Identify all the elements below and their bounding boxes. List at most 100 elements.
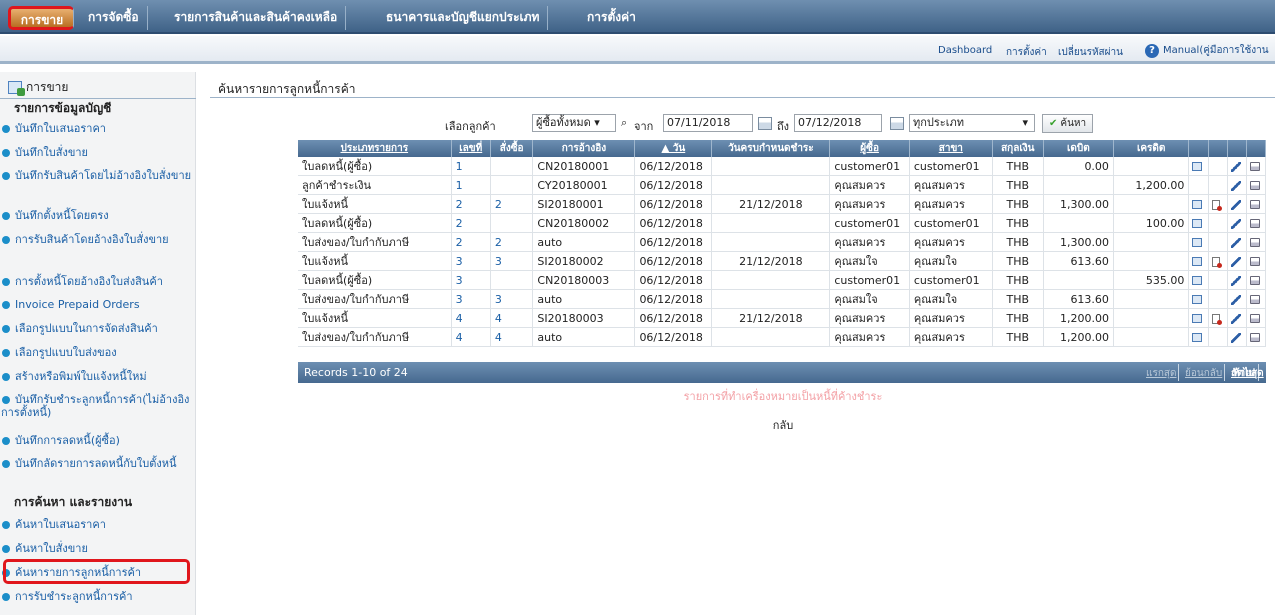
tab-purchasing[interactable]: การจัดซื้อ [80, 6, 148, 30]
note-icon[interactable] [1192, 219, 1203, 228]
tab-banking[interactable]: ธนาคารและบัญชีแยกประเภท [378, 6, 549, 30]
cell-order[interactable]: 2 [490, 194, 534, 214]
printer-icon[interactable] [1249, 314, 1260, 323]
pdf-icon[interactable] [1211, 313, 1222, 325]
table-body: ใบลดหนี้(ผู้ซื้อ) 1 CN20180001 06/12/2018 cu… [298, 157, 1267, 347]
cell-due-date [711, 289, 831, 309]
manual-link[interactable]: ? Manual(คู่มือการใช้งาน [1145, 43, 1269, 58]
cell-number[interactable]: 2 [451, 232, 491, 252]
note-icon[interactable] [1192, 333, 1203, 342]
pencil-icon[interactable] [1230, 218, 1241, 229]
note-icon[interactable] [1192, 257, 1203, 266]
change-password-link[interactable]: เปลี่ยนรหัสผ่าน [1058, 45, 1123, 60]
col-customer[interactable]: ผู้ซื้อ [829, 140, 910, 157]
cell-order[interactable]: 2 [490, 232, 534, 252]
pencil-icon[interactable] [1230, 332, 1241, 343]
printer-icon[interactable] [1249, 276, 1260, 285]
pencil-icon[interactable] [1230, 294, 1241, 305]
cell-number[interactable]: 4 [451, 327, 491, 347]
pdf-icon[interactable] [1211, 256, 1222, 268]
cell-number[interactable]: 1 [451, 157, 491, 176]
sidebar-item-credit-note[interactable]: บันทึกการลดหนี้(ผู้ซื้อ) [1, 434, 193, 447]
note-icon[interactable] [1192, 314, 1203, 323]
cell-order[interactable] [490, 175, 534, 195]
from-date-input[interactable]: 07/11/2018 [663, 114, 753, 132]
pencil-icon[interactable] [1230, 313, 1241, 324]
col-number[interactable]: เลขที่ [451, 140, 491, 157]
sidebar-item-quotation[interactable]: บันทึกใบเสนอราคา [1, 122, 193, 135]
pdf-icon[interactable] [1211, 199, 1222, 211]
calendar-icon[interactable] [890, 117, 904, 130]
col-type[interactable]: ประเภทรายการ [298, 140, 452, 157]
cell-number[interactable]: 2 [451, 194, 491, 214]
printer-icon[interactable] [1249, 238, 1260, 247]
cell-number[interactable]: 3 [451, 270, 491, 290]
printer-icon[interactable] [1249, 200, 1260, 209]
sidebar-item-credit-offset[interactable]: บันทึกลัดรายการลดหนี้กับใบตั้งหนี้ [1, 457, 193, 470]
cell-order[interactable]: 3 [490, 289, 534, 309]
dashboard-link[interactable]: Dashboard [938, 45, 992, 56]
cell-number[interactable]: 3 [451, 289, 491, 309]
note-icon[interactable] [1192, 200, 1203, 209]
cell-currency: THB [992, 213, 1044, 233]
cell-credit: 535.00 [1113, 270, 1190, 290]
sidebar-item-invoice-by-delivery[interactable]: การตั้งหนี้โดยอ้างอิงใบส่งสินค้า [1, 275, 193, 288]
sidebar-item-receive-by-order[interactable]: การรับสินค้าโดยอ้างอิงใบสั่งขาย [1, 233, 193, 246]
pencil-icon[interactable] [1230, 256, 1241, 267]
pencil-icon[interactable] [1230, 161, 1241, 172]
col-date[interactable]: ▲ วัน [634, 140, 713, 157]
printer-icon[interactable] [1249, 219, 1260, 228]
type-select[interactable]: ทุกประเภท ▾ [909, 114, 1035, 132]
printer-icon[interactable] [1249, 333, 1260, 342]
cell-order[interactable]: 4 [490, 327, 534, 347]
sidebar-item-print-invoice[interactable]: สร้างหรือพิมพ์ใบแจ้งหนี้ใหม่ [1, 370, 193, 383]
action-cell [1227, 194, 1247, 214]
tab-settings[interactable]: การตั้งค่า [579, 6, 644, 30]
cell-due-date [711, 157, 831, 176]
sidebar-item-sales-order[interactable]: บันทึกใบสั่งขาย [1, 146, 193, 159]
note-icon[interactable] [1192, 276, 1203, 285]
printer-icon[interactable] [1249, 257, 1260, 266]
col-branch[interactable]: สาขา [909, 140, 993, 157]
sidebar-item-receive-no-ref[interactable]: บันทึกรับสินค้าโดยไม่อ้างอิงใบสั่งขาย [1, 169, 193, 182]
note-icon[interactable] [1192, 295, 1203, 304]
sidebar-item-delivery-note-format[interactable]: เลือกรูปแบบใบส่งของ [1, 346, 193, 359]
calendar-icon[interactable] [758, 117, 772, 130]
settings-link[interactable]: การตั้งค่า [1006, 45, 1047, 60]
customer-select[interactable]: ผู้ซื้อทั้งหมด ▾ [532, 114, 616, 132]
printer-icon[interactable] [1249, 162, 1260, 171]
sidebar-item-receive-payment[interactable]: การรับชำระลูกหนี้การค้า [1, 590, 193, 603]
sidebar-item-invoice-prepaid[interactable]: Invoice Prepaid Orders [1, 298, 193, 311]
last-page-link[interactable]: ท้ายสุด [1233, 366, 1264, 381]
tab-inventory[interactable]: รายการสินค้าและสินค้าคงเหลือ [166, 6, 347, 30]
cell-order[interactable]: 4 [490, 308, 534, 328]
bullet-icon [2, 521, 10, 529]
pencil-icon[interactable] [1230, 180, 1241, 191]
sidebar-item-direct-invoice[interactable]: บันทึกตั้งหนี้โดยตรง [1, 209, 193, 222]
sidebar-item-delivery-format[interactable]: เลือกรูปแบบในการจัดส่งสินค้า [1, 322, 193, 335]
cell-order[interactable] [490, 270, 534, 290]
sidebar-item-search-quotation[interactable]: ค้นหาใบเสนอราคา [1, 518, 193, 531]
note-icon[interactable] [1192, 238, 1203, 247]
prev-page-link[interactable]: ย้อนกลับ [1185, 366, 1222, 381]
first-page-link[interactable]: แรกสุด [1146, 366, 1176, 381]
cell-order[interactable] [490, 157, 534, 176]
search-button[interactable]: ✔ ค้นหา [1042, 114, 1094, 133]
back-link[interactable]: กลับ [0, 416, 1275, 434]
cell-order[interactable] [490, 213, 534, 233]
cell-number[interactable]: 2 [451, 213, 491, 233]
printer-icon[interactable] [1249, 181, 1260, 190]
pencil-icon[interactable] [1230, 237, 1241, 248]
tab-sales[interactable]: การขาย [8, 6, 74, 30]
cell-order[interactable]: 3 [490, 251, 534, 271]
note-icon[interactable] [1192, 162, 1203, 171]
pencil-icon[interactable] [1230, 275, 1241, 286]
sidebar-item-search-sales-order[interactable]: ค้นหาใบสั่งขาย [1, 542, 193, 555]
cell-number[interactable]: 4 [451, 308, 491, 328]
cell-branch: คุณสมควร [909, 194, 993, 214]
cell-number[interactable]: 3 [451, 251, 491, 271]
pencil-icon[interactable] [1230, 199, 1241, 210]
to-date-input[interactable]: 07/12/2018 [794, 114, 882, 132]
printer-icon[interactable] [1249, 295, 1260, 304]
cell-number[interactable]: 1 [451, 175, 491, 195]
